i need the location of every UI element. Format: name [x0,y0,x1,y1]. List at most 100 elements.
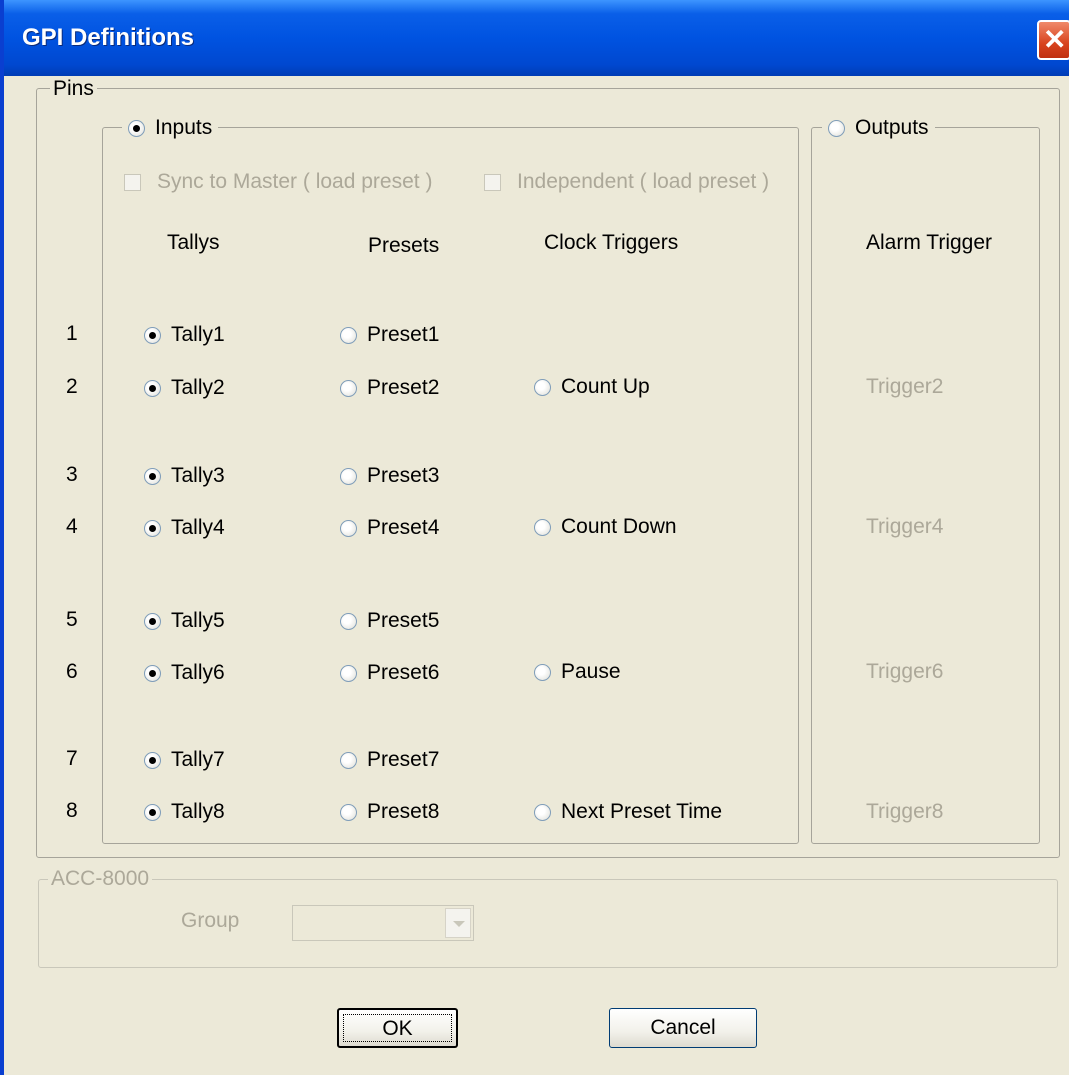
pin-number: 3 [66,463,78,486]
tally-radio[interactable]: Tally2 [144,376,225,400]
sync-to-master-checkbox[interactable]: Sync to Master ( load preset ) [124,170,432,194]
independent-checkbox[interactable]: Independent ( load preset ) [484,170,769,194]
close-icon: ✕ [1043,24,1067,55]
pin-number: 1 [66,322,78,345]
clock-trigger-radio-button[interactable] [534,378,551,396]
tally-radio-button[interactable] [144,379,161,397]
inputs-radio-button[interactable] [128,119,145,137]
preset-radio[interactable]: Preset6 [340,661,439,685]
clock-trigger-radio[interactable]: Pause [534,660,621,684]
acc-8000-group-label: ACC-8000 [48,868,153,890]
gpi-definitions-dialog: GPI Definitions ✕ Pins Inputs Outputs Sy… [0,0,1069,1075]
clock-triggers-header: Clock Triggers [544,231,679,254]
preset-radio-button[interactable] [340,612,357,630]
clock-trigger-radio-button[interactable] [534,518,551,536]
preset-radio[interactable]: Preset4 [340,516,439,540]
clock-trigger-radio[interactable]: Next Preset Time [534,800,722,824]
clock-trigger-label: Count Down [561,515,677,538]
group-combobox[interactable] [292,905,474,941]
close-button[interactable]: ✕ [1037,20,1069,60]
alarm-trigger-label: Trigger2 [866,375,944,398]
clock-trigger-label: Pause [561,660,621,683]
pin-number: 2 [66,375,78,398]
pin-number: 5 [66,608,78,631]
tally-radio-button[interactable] [144,519,161,537]
preset-label: Preset2 [367,376,440,399]
alarm-trigger-header: Alarm Trigger [866,231,993,254]
preset-radio-button[interactable] [340,664,357,682]
sync-to-master-box[interactable] [124,173,141,191]
window-title: GPI Definitions [22,24,195,51]
preset-label: Preset1 [367,323,440,346]
tally-label: Tally5 [171,609,225,632]
ok-button[interactable]: OK [337,1008,458,1048]
tally-radio-button[interactable] [144,803,161,821]
preset-label: Preset7 [367,748,440,771]
preset-radio-button[interactable] [340,751,357,769]
tally-radio[interactable]: Tally3 [144,464,225,488]
independent-label: Independent ( load preset ) [517,170,770,193]
cancel-button[interactable]: Cancel [609,1008,757,1048]
tally-radio-button[interactable] [144,326,161,344]
tally-radio[interactable]: Tally7 [144,748,225,772]
pin-number: 8 [66,799,78,822]
tally-label: Tally4 [171,516,225,539]
tally-label: Tally7 [171,748,225,771]
pin-number: 4 [66,515,78,538]
tally-label: Tally1 [171,323,225,346]
independent-box[interactable] [484,173,501,191]
tally-radio-button[interactable] [144,612,161,630]
alarm-trigger-label: Trigger4 [866,515,944,538]
preset-label: Preset8 [367,800,440,823]
pin-number: 6 [66,660,78,683]
preset-label: Preset4 [367,516,440,539]
tally-radio[interactable]: Tally8 [144,800,225,824]
tally-radio[interactable]: Tally1 [144,323,225,347]
pin-number: 7 [66,747,78,770]
tallys-header: Tallys [167,231,220,254]
inputs-radio[interactable]: Inputs [122,116,219,140]
preset-radio[interactable]: Preset8 [340,800,439,824]
outputs-radio-button[interactable] [828,119,845,137]
clock-trigger-radio[interactable]: Count Up [534,375,650,399]
preset-label: Preset5 [367,609,440,632]
preset-label: Preset3 [367,464,440,487]
tally-radio[interactable]: Tally6 [144,661,225,685]
clock-trigger-radio[interactable]: Count Down [534,515,677,539]
chevron-down-icon[interactable] [445,908,471,938]
clock-trigger-label: Next Preset Time [561,800,723,823]
preset-radio[interactable]: Preset3 [340,464,439,488]
focus-rect [343,1014,452,1042]
outputs-radio[interactable]: Outputs [822,116,935,140]
preset-radio[interactable]: Preset7 [340,748,439,772]
tally-label: Tally6 [171,661,225,684]
alarm-trigger-label: Trigger8 [866,800,944,823]
preset-radio[interactable]: Preset2 [340,376,439,400]
preset-radio-button[interactable] [340,326,357,344]
title-bar[interactable]: GPI Definitions ✕ [4,0,1069,76]
tally-radio[interactable]: Tally5 [144,609,225,633]
alarm-trigger-label: Trigger6 [866,660,944,683]
pins-group-label: Pins [50,78,97,100]
presets-header: Presets [368,234,440,257]
cancel-button-label: Cancel [650,1016,716,1039]
tally-label: Tally8 [171,800,225,823]
tally-label: Tally3 [171,464,225,487]
preset-radio-button[interactable] [340,467,357,485]
tally-radio[interactable]: Tally4 [144,516,225,540]
tally-radio-button[interactable] [144,751,161,769]
preset-radio-button[interactable] [340,519,357,537]
preset-radio-button[interactable] [340,379,357,397]
tally-radio-button[interactable] [144,467,161,485]
outputs-radio-label: Outputs [855,116,929,139]
group-label: Group [181,909,240,932]
clock-trigger-radio-button[interactable] [534,803,551,821]
preset-label: Preset6 [367,661,440,684]
sync-to-master-label: Sync to Master ( load preset ) [157,170,433,193]
preset-radio[interactable]: Preset5 [340,609,439,633]
preset-radio[interactable]: Preset1 [340,323,439,347]
clock-trigger-radio-button[interactable] [534,663,551,681]
inputs-radio-label: Inputs [155,116,213,139]
tally-radio-button[interactable] [144,664,161,682]
preset-radio-button[interactable] [340,803,357,821]
